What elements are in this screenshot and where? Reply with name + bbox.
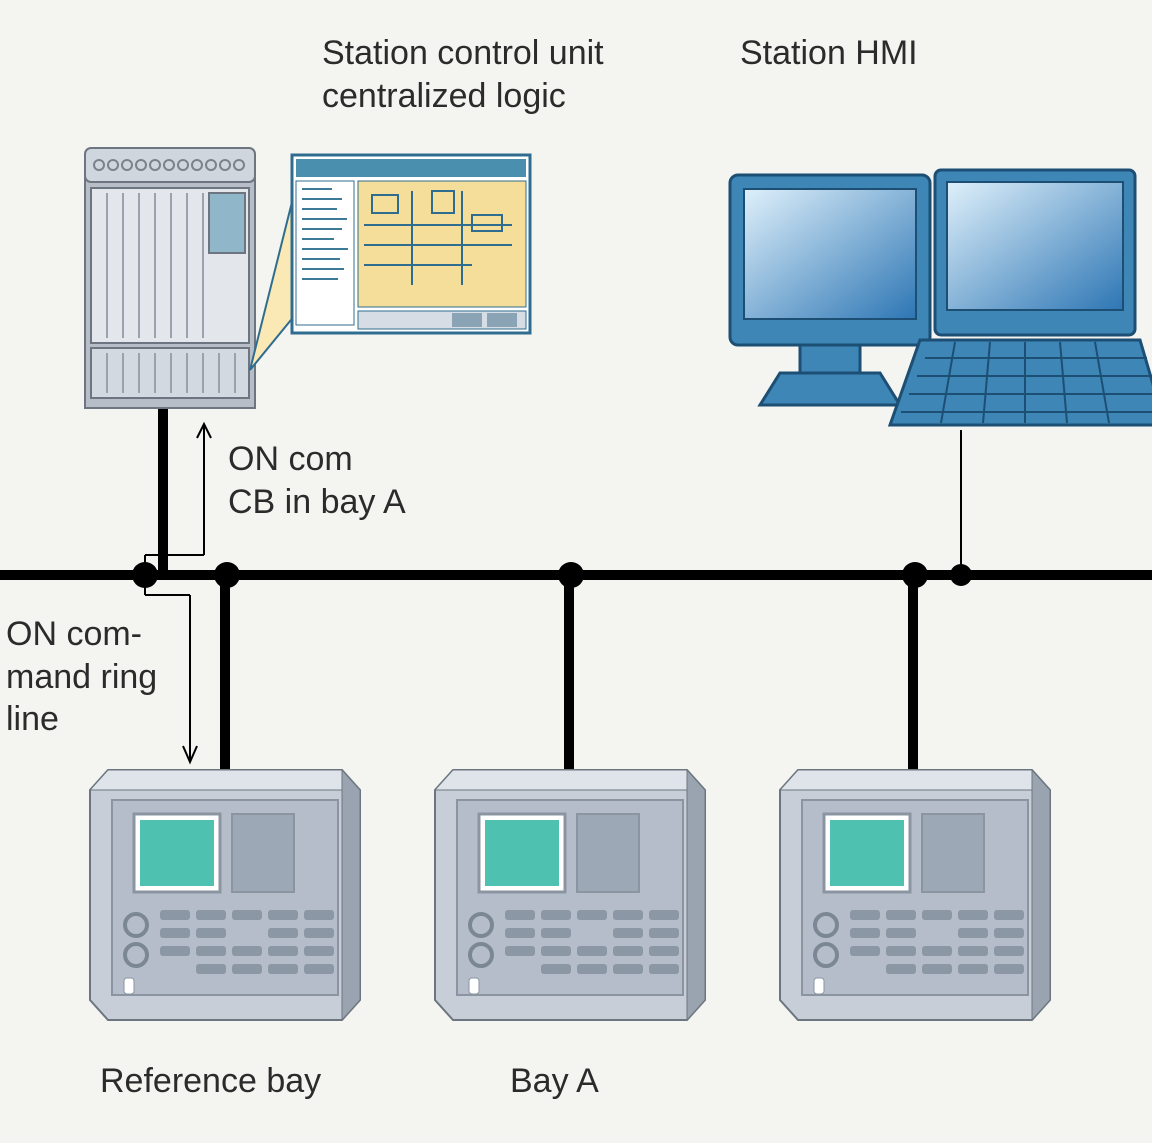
text-line: mand ring [6, 658, 157, 696]
on-com-cb-label: ON com CB in bay A [228, 438, 406, 523]
reference-bay-label: Reference bay [100, 1060, 321, 1103]
text-line: CB in bay A [228, 483, 406, 521]
text-line: ON com [228, 440, 353, 478]
ied-devices [0, 0, 1152, 1143]
station-hmi-label: Station HMI [740, 32, 918, 75]
station-control-unit-label: Station control unit centralized logic [322, 32, 604, 117]
text-line: Bay A [510, 1062, 599, 1100]
text-line: Station control unit [322, 34, 604, 72]
text-line: Reference bay [100, 1062, 321, 1100]
text-line: Station HMI [740, 34, 918, 72]
on-command-ring-label: ON com- mand ring line [6, 613, 157, 741]
text-line: line [6, 700, 59, 738]
text-line: centralized logic [322, 77, 566, 115]
diagram-stage: Station control unit centralized logic S… [0, 0, 1152, 1143]
bay-a-label: Bay A [510, 1060, 599, 1103]
text-line: ON com- [6, 615, 142, 653]
